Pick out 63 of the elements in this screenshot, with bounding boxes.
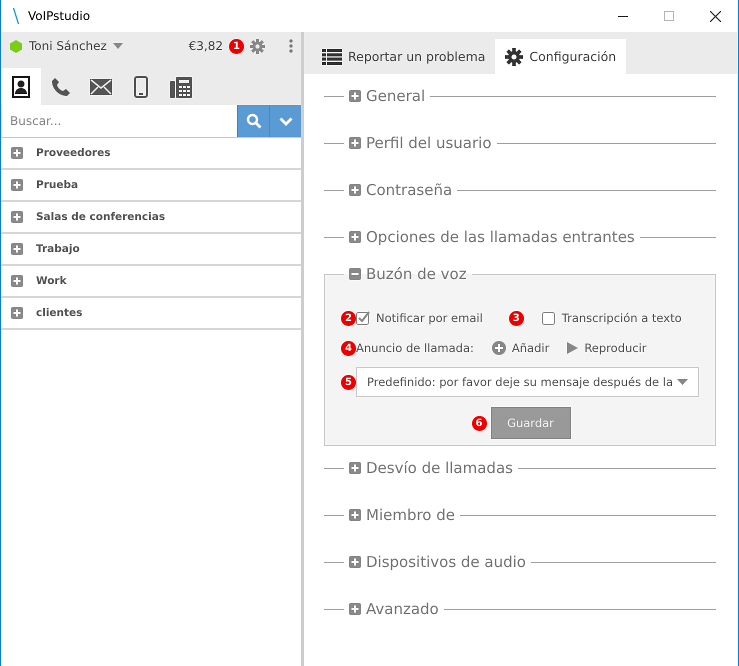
settings-icon [250,38,265,54]
section-header[interactable]: Avanzado [344,600,444,618]
plus-icon [11,211,23,223]
callout-badge: 3 [508,310,524,326]
section-header[interactable]: Desvío de llamadas [344,459,518,477]
section-header[interactable]: General [344,87,430,105]
callout-badge: 1 [229,38,244,54]
close-icon[interactable] [710,10,720,22]
plus-icon [349,184,361,196]
caret-icon[interactable] [112,43,123,49]
app-logo [13,8,19,24]
contact-card-icon [12,76,30,98]
list-icon [322,48,342,64]
section-header[interactable]: Dispositivos de audio [344,553,531,571]
callout-badge: 6 [472,416,486,430]
play-icon [567,342,578,354]
status-icon [9,40,23,52]
add-icon [492,341,506,355]
envelope-icon [90,78,112,94]
channel-tab[interactable] [1,68,41,105]
mobile-phone-icon [134,76,148,98]
plus-icon [11,243,23,255]
callout-badge: 5 [341,374,356,390]
tab[interactable]: Configuración [495,39,626,74]
phone-icon [51,76,71,96]
plus-icon [349,603,361,615]
plus-icon [349,556,361,568]
dropdown-button[interactable] [269,105,301,137]
section-header[interactable]: Opciones de las llamadas entrantes [344,228,640,246]
plus-icon [11,275,23,287]
search-button[interactable] [237,105,269,137]
user-name[interactable]: Toni Sánchez [29,39,107,53]
balance: €3,82 [188,39,223,53]
caret-icon [677,379,688,385]
more-icon[interactable] [289,39,293,53]
search-icon [246,113,262,129]
play-button[interactable]: Reproducir [567,341,647,355]
announcement-label: Anuncio de llamada: [356,341,474,355]
plus-icon [349,137,361,149]
checkbox[interactable]: Notificar por email [356,311,483,325]
fax-icon [170,76,192,98]
plus-icon [349,90,361,102]
settings-icon [505,48,524,66]
tab[interactable]: Reportar un problema [312,39,496,74]
callout-badge: 4 [341,340,356,356]
plus-icon [11,179,23,191]
plus-icon [11,307,23,319]
plus-icon [349,231,361,243]
select-value: Predefinido: por favor deje su mensaje después de la [367,375,674,389]
announcement-select[interactable]: Predefinido: por favor deje su mensaje después de la [356,367,699,397]
section-header[interactable]: Contraseña [344,181,458,199]
chevron-icon [278,116,292,126]
section-header[interactable]: Perfil del usuario [344,134,497,152]
callout-badge: 2 [341,310,356,326]
checkbox[interactable]: Transcripción a texto [542,311,682,325]
section-header[interactable]: Miembro de [344,506,460,524]
add-button[interactable]: Añadir [492,341,550,355]
plus-icon [11,147,23,159]
section-header[interactable]: Buzón de voz [344,265,472,283]
plus-icon [349,462,361,474]
minus-icon [349,268,361,280]
plus-icon [349,509,361,521]
window-title: VoIPstudio [28,9,92,23]
